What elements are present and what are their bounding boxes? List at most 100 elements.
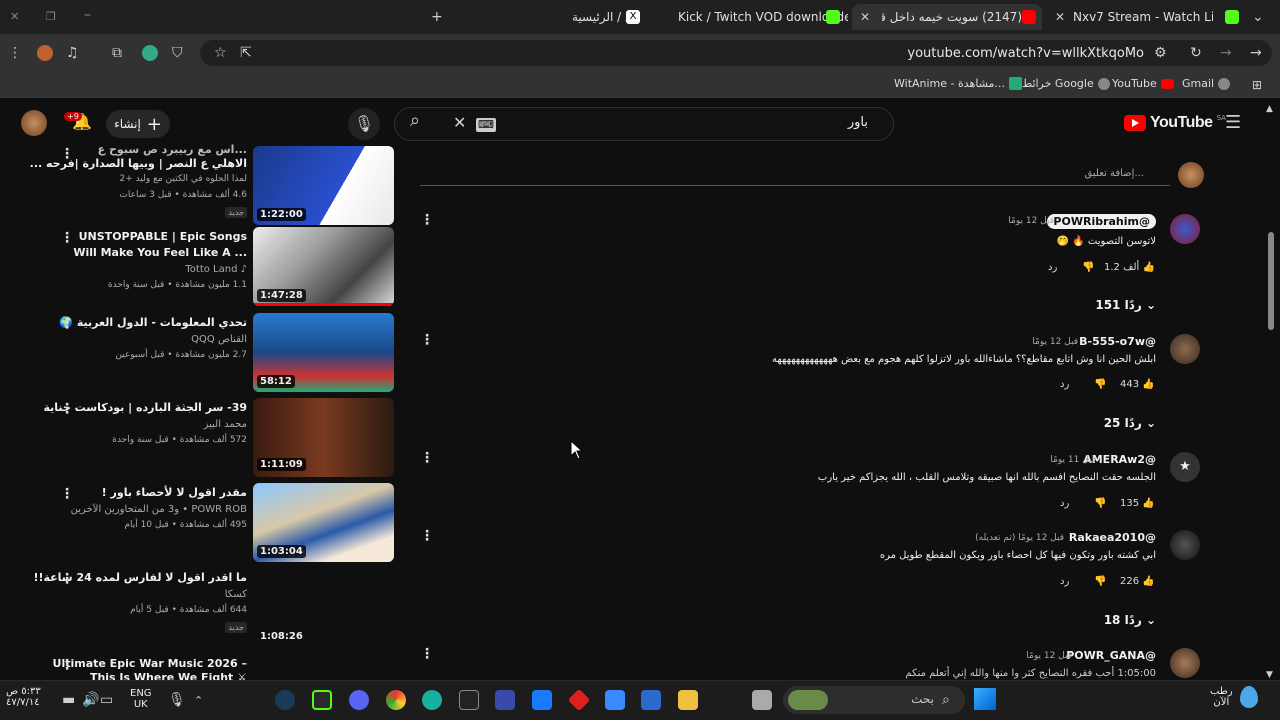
show-replies-button[interactable]: 25 ردًا ⌄ <box>1104 416 1156 430</box>
video-thumbnail[interactable]: 58:12 <box>253 313 394 392</box>
url-text[interactable]: youtube.com/watch?v=wllkXtkqoMo <box>907 46 1144 61</box>
video-thumbnail[interactable]: 1:03:04 <box>253 483 394 562</box>
apps-grid-icon[interactable]: ⊞ <box>1252 78 1262 92</box>
video-channel[interactable]: Totto Land ♪ <box>185 264 247 275</box>
video-thumbnail[interactable]: 1:47:28 <box>253 227 394 306</box>
comment-time[interactable]: قبل 12 يومًا (تم تعديله) <box>975 533 1064 543</box>
show-replies-button[interactable]: 18 ردًا ⌄ <box>1104 613 1156 627</box>
commenter-avatar[interactable] <box>1170 530 1200 560</box>
comment-menu-icon[interactable]: ⋮ <box>420 528 434 544</box>
like-button[interactable]: 1.2 ألف 👍 <box>1104 262 1155 273</box>
tab-x-home[interactable]: الرئيسية / X X ✕ <box>480 4 656 30</box>
video-channel[interactable]: لمذا الحلوه في الكتين مع وليد +2 <box>120 174 247 184</box>
file-explorer-icon[interactable] <box>678 690 698 710</box>
microphone-icon[interactable]: 🎙 <box>348 108 380 140</box>
reload-icon[interactable]: ↻ <box>1190 46 1202 60</box>
video-thumbnail[interactable]: 1:08:26 <box>253 568 394 647</box>
comment-author[interactable]: @POWRibrahim <box>1047 214 1156 229</box>
comment-time[interactable]: قبل 12 يومًا <box>1032 337 1078 347</box>
hamburger-menu-icon[interactable]: ☰ <box>1225 114 1241 132</box>
comment-time[interactable]: قبل 12 يومًا <box>1008 216 1054 226</box>
like-button[interactable]: 226 👍 <box>1120 576 1155 587</box>
video-channel[interactable]: POWR ROB • و3 من المتحاورين الآخرين <box>71 504 247 515</box>
dislike-button[interactable]: 👎 <box>1094 576 1106 587</box>
video-thumbnail[interactable]: 1:22:00 <box>253 146 394 225</box>
forward-icon[interactable]: → <box>1220 46 1232 60</box>
search-icon[interactable]: ⌕ <box>410 112 420 130</box>
start-windows-icon[interactable] <box>974 688 996 710</box>
video-menu-icon[interactable]: ⋮ <box>60 486 74 502</box>
video-title[interactable]: Will Make You Feel Like A ... <box>73 246 247 259</box>
commenter-avatar[interactable]: ★ <box>1170 452 1200 482</box>
add-comment-input[interactable]: إضافة تعليق... <box>1085 168 1144 179</box>
chrome-icon[interactable] <box>386 690 406 710</box>
clock[interactable]: ٥:٣٣ ص ٤٧/٧/١٤ <box>6 686 41 708</box>
comment-author[interactable]: @B-555-o7w <box>1079 335 1156 348</box>
comment-menu-icon[interactable]: ⋮ <box>420 332 434 348</box>
app-icon[interactable] <box>495 690 515 710</box>
video-title[interactable]: مقدر اقول لا لأحصاء باور ! <box>102 486 247 499</box>
video-menu-icon[interactable]: ⋮ <box>60 657 74 673</box>
keyboard-icon[interactable]: ⌨ <box>476 118 496 132</box>
comment-time[interactable]: قبل 12 يومًا <box>1026 651 1072 661</box>
reply-button[interactable]: رد <box>1060 379 1069 390</box>
battery-icon[interactable]: ▬ <box>62 693 75 707</box>
commenter-avatar[interactable] <box>1170 648 1200 678</box>
tray-chevron-icon[interactable]: ⌃ <box>194 694 203 708</box>
site-settings-icon[interactable]: ⚙ <box>1154 46 1167 60</box>
video-title[interactable]: Ultimate Epic War Music 2026 – <box>53 657 247 670</box>
video-menu-icon[interactable]: ⋮ <box>60 401 74 417</box>
create-button[interactable]: إنشاء + <box>106 110 170 138</box>
show-replies-button[interactable]: 151 ردًا ⌄ <box>1095 298 1156 312</box>
close-tab-icon[interactable]: ✕ <box>860 10 870 24</box>
commenter-avatar[interactable] <box>1170 214 1200 244</box>
clear-search-icon[interactable]: ✕ <box>453 115 466 131</box>
steam-icon[interactable] <box>275 690 295 710</box>
search-input[interactable]: باور <box>848 115 868 130</box>
edge-icon[interactable] <box>422 690 442 710</box>
dislike-button[interactable]: 👎 <box>1082 262 1094 273</box>
close-tab-icon[interactable]: ✕ <box>1055 10 1065 24</box>
store-icon[interactable] <box>641 690 661 710</box>
video-title[interactable]: UNSTOPPABLE | Epic Songs <box>79 230 247 243</box>
dropbox-icon[interactable] <box>532 690 552 710</box>
comment-author[interactable]: @POWR_GANA <box>1066 649 1156 662</box>
mail-icon[interactable] <box>605 690 625 710</box>
reply-button[interactable]: رد <box>1060 498 1069 509</box>
display-icon[interactable]: ▭ <box>100 693 113 707</box>
microphone-icon[interactable]: 🎙 <box>168 693 186 707</box>
like-button[interactable]: 135 👍 <box>1120 498 1155 509</box>
discord-icon[interactable] <box>349 690 369 710</box>
video-menu-icon[interactable]: ⋮ <box>60 571 74 587</box>
bookmark-witanime[interactable]: WitAnime - مشاهدة... <box>894 77 1022 90</box>
window-restore-icon[interactable]: ❐ <box>46 10 56 24</box>
comment-menu-icon[interactable]: ⋮ <box>420 646 434 662</box>
comment-menu-icon[interactable]: ⋮ <box>420 212 434 228</box>
like-button[interactable]: 443 👍 <box>1120 379 1155 390</box>
new-tab-icon[interactable]: + <box>431 10 443 24</box>
shield-icon[interactable]: ⛉ <box>172 46 183 60</box>
volume-icon[interactable]: 🔊 <box>82 693 99 707</box>
weather-widget[interactable]: رطب الآن <box>1210 686 1233 708</box>
youtube-logo[interactable]: YouTube SA <box>1124 114 1226 132</box>
comment-author[interactable]: @Rakaea2010 <box>1069 531 1156 544</box>
scroll-up-icon[interactable]: ▲ <box>1266 102 1273 116</box>
reply-button[interactable]: رد <box>1060 576 1069 587</box>
video-title[interactable]: تحدي المعلومات - الدول العربية 🌍 <box>59 316 247 329</box>
task-view-icon[interactable] <box>752 690 772 710</box>
tab-list-chevron-icon[interactable]: ⌄ <box>1252 10 1264 24</box>
video-menu-icon[interactable]: ⋮ <box>60 146 74 162</box>
account-avatar[interactable] <box>21 110 47 136</box>
reply-button[interactable]: رد <box>1048 262 1057 273</box>
video-channel[interactable]: القناص QQQ <box>191 334 247 345</box>
scrollbar-thumb[interactable] <box>1268 232 1274 330</box>
tab-youtube-video[interactable]: (2147) سويت خيمه داخل قصر باور ✕ <box>852 4 1042 30</box>
browser-menu-icon[interactable]: ⋮ <box>8 46 22 60</box>
video-menu-icon[interactable]: ⋮ <box>60 230 74 246</box>
comment-menu-icon[interactable]: ⋮ <box>420 450 434 466</box>
video-title[interactable]: ...اس مع ربيبرد ص سبوح ع <box>98 143 247 156</box>
commenter-avatar[interactable] <box>1170 334 1200 364</box>
video-channel[interactable]: كسكا <box>225 589 247 600</box>
search-box[interactable] <box>394 107 894 141</box>
active-app-icon[interactable] <box>312 690 332 710</box>
